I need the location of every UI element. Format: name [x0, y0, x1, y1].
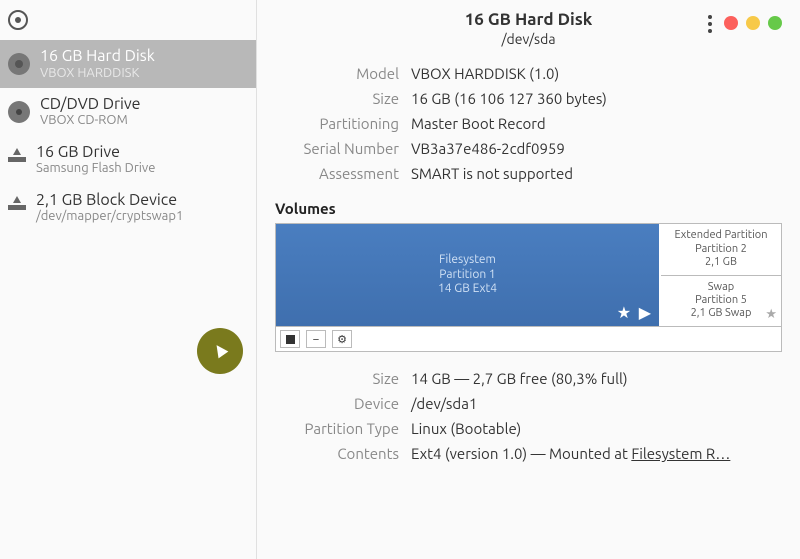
volume-star-play-indicator: ★ ▶ [617, 303, 653, 322]
detail-value: 16 GB (16 106 127 360 bytes) [411, 90, 607, 107]
detail-row-part-device: Device /dev/sda1 [275, 391, 782, 416]
app-root: 16 GB Hard Disk VBOX HARDDISK CD/DVD Dri… [0, 0, 800, 559]
volume-partition-1[interactable]: Filesystem Partition 1 14 GB Ext4 ★ ▶ [276, 224, 661, 326]
volumes-side: Extended Partition Partition 2 2,1 GB Sw… [661, 224, 781, 326]
sidebar-item-hard-disk[interactable]: 16 GB Hard Disk VBOX HARDDISK [0, 40, 256, 88]
window-controls [724, 16, 782, 30]
sidebar-item-title: 16 GB Hard Disk [40, 48, 155, 66]
disc-icon [8, 10, 28, 30]
delete-partition-button[interactable]: − [306, 330, 326, 348]
volume-label: Partition 1 [438, 268, 497, 282]
volume-toolbar: − ⚙ [276, 326, 781, 351]
sidebar-item-block-device[interactable]: 2,1 GB Block Device /dev/mapper/cryptswa… [0, 184, 256, 232]
volumes-row: Filesystem Partition 1 14 GB Ext4 ★ ▶ Ex… [276, 224, 781, 326]
detail-row-part-size: Size 14 GB — 2,7 GB free (80,3% full) [275, 366, 782, 391]
volume-label: 2,1 GB Swap [691, 307, 752, 320]
volume-label: Partition 2 [675, 243, 768, 256]
sidebar-device-list: 16 GB Hard Disk VBOX HARDDISK CD/DVD Dri… [0, 40, 256, 232]
cd-icon [8, 101, 30, 123]
detail-label: Serial Number [275, 140, 411, 157]
detail-value: SMART is not supported [411, 165, 573, 182]
detail-value: VB3a37e486-2cdf0959 [411, 140, 565, 157]
detail-row-size: Size 16 GB (16 106 127 360 bytes) [275, 86, 782, 111]
detail-value: Linux (Bootable) [411, 420, 521, 437]
sidebar-item-drive[interactable]: 16 GB Drive Samsung Flash Drive [0, 136, 256, 184]
main-panel: 16 GB Hard Disk /dev/sda Model VBOX HARD… [257, 0, 800, 559]
detail-value: VBOX HARDDISK (1.0) [411, 65, 559, 82]
detail-label: Partition Type [275, 420, 411, 437]
volume-partition-2[interactable]: Extended Partition Partition 2 2,1 GB [661, 224, 781, 276]
volume-label: Filesystem [438, 253, 497, 267]
window-close-button[interactable] [724, 16, 738, 30]
detail-row-assessment: Assessment SMART is not supported [275, 161, 782, 186]
hard-disk-icon [8, 53, 30, 75]
detail-row-model: Model VBOX HARDDISK (1.0) [275, 61, 782, 86]
removable-drive-icon [8, 157, 26, 162]
sidebar-item-subtitle: /dev/mapper/cryptswap1 [36, 209, 183, 223]
partition-details: Size 14 GB — 2,7 GB free (80,3% full) De… [275, 366, 782, 466]
detail-value: Master Boot Record [411, 115, 546, 132]
volume-label: 2,1 GB [675, 256, 768, 269]
mount-point-link[interactable]: Filesystem R… [631, 445, 730, 462]
sidebar-item-title: CD/DVD Drive [40, 96, 141, 114]
detail-label: Partitioning [275, 115, 411, 132]
detail-label: Model [275, 65, 411, 82]
detail-value: Ext4 (version 1.0) — Mounted at Filesyst… [411, 445, 730, 462]
sidebar-item-title: 16 GB Drive [36, 144, 155, 162]
sidebar-item-subtitle: VBOX HARDDISK [40, 66, 155, 80]
sidebar-item-cddvd[interactable]: CD/DVD Drive VBOX CD-ROM [0, 88, 256, 136]
window-maximize-button[interactable] [768, 16, 782, 30]
detail-row-part-type: Partition Type Linux (Bootable) [275, 416, 782, 441]
detail-label: Assessment [275, 165, 411, 182]
sidebar: 16 GB Hard Disk VBOX HARDDISK CD/DVD Dri… [0, 0, 257, 559]
device-details: Model VBOX HARDDISK (1.0) Size 16 GB (16… [275, 61, 782, 186]
volume-label: 14 GB Ext4 [438, 282, 497, 296]
menu-kebab-button[interactable] [700, 14, 720, 34]
detail-label: Size [275, 370, 411, 387]
volume-label: Partition 5 [691, 294, 752, 307]
volume-settings-button[interactable]: ⚙ [332, 330, 352, 348]
volume-partition-5[interactable]: Swap Partition 5 2,1 GB Swap ★ [661, 276, 781, 327]
detail-row-serial: Serial Number VB3a37e486-2cdf0959 [275, 136, 782, 161]
sidebar-item-subtitle: Samsung Flash Drive [36, 161, 155, 175]
volume-label: Swap [691, 281, 752, 294]
detail-value: /dev/sda1 [411, 395, 477, 412]
volumes-section-title: Volumes [275, 200, 782, 217]
block-device-icon [8, 205, 26, 210]
detail-label: Size [275, 90, 411, 107]
contents-text: Ext4 (version 1.0) — Mounted at [411, 445, 631, 462]
detail-value: 14 GB — 2,7 GB free (80,3% full) [411, 370, 628, 387]
detail-row-partitioning: Partitioning Master Boot Record [275, 111, 782, 136]
sidebar-item-subtitle: VBOX CD-ROM [40, 113, 141, 127]
volume-label: Extended Partition [675, 229, 768, 242]
detail-label: Device [275, 395, 411, 412]
volumes-box: Filesystem Partition 1 14 GB Ext4 ★ ▶ Ex… [275, 223, 782, 352]
window-minimize-button[interactable] [746, 16, 760, 30]
detail-label: Contents [275, 445, 411, 462]
unmount-button[interactable] [280, 330, 300, 348]
detail-row-part-contents: Contents Ext4 (version 1.0) — Mounted at… [275, 441, 782, 466]
sidebar-item-title: 2,1 GB Block Device [36, 192, 183, 210]
sidebar-top [0, 0, 256, 40]
star-icon: ★ [765, 307, 777, 323]
